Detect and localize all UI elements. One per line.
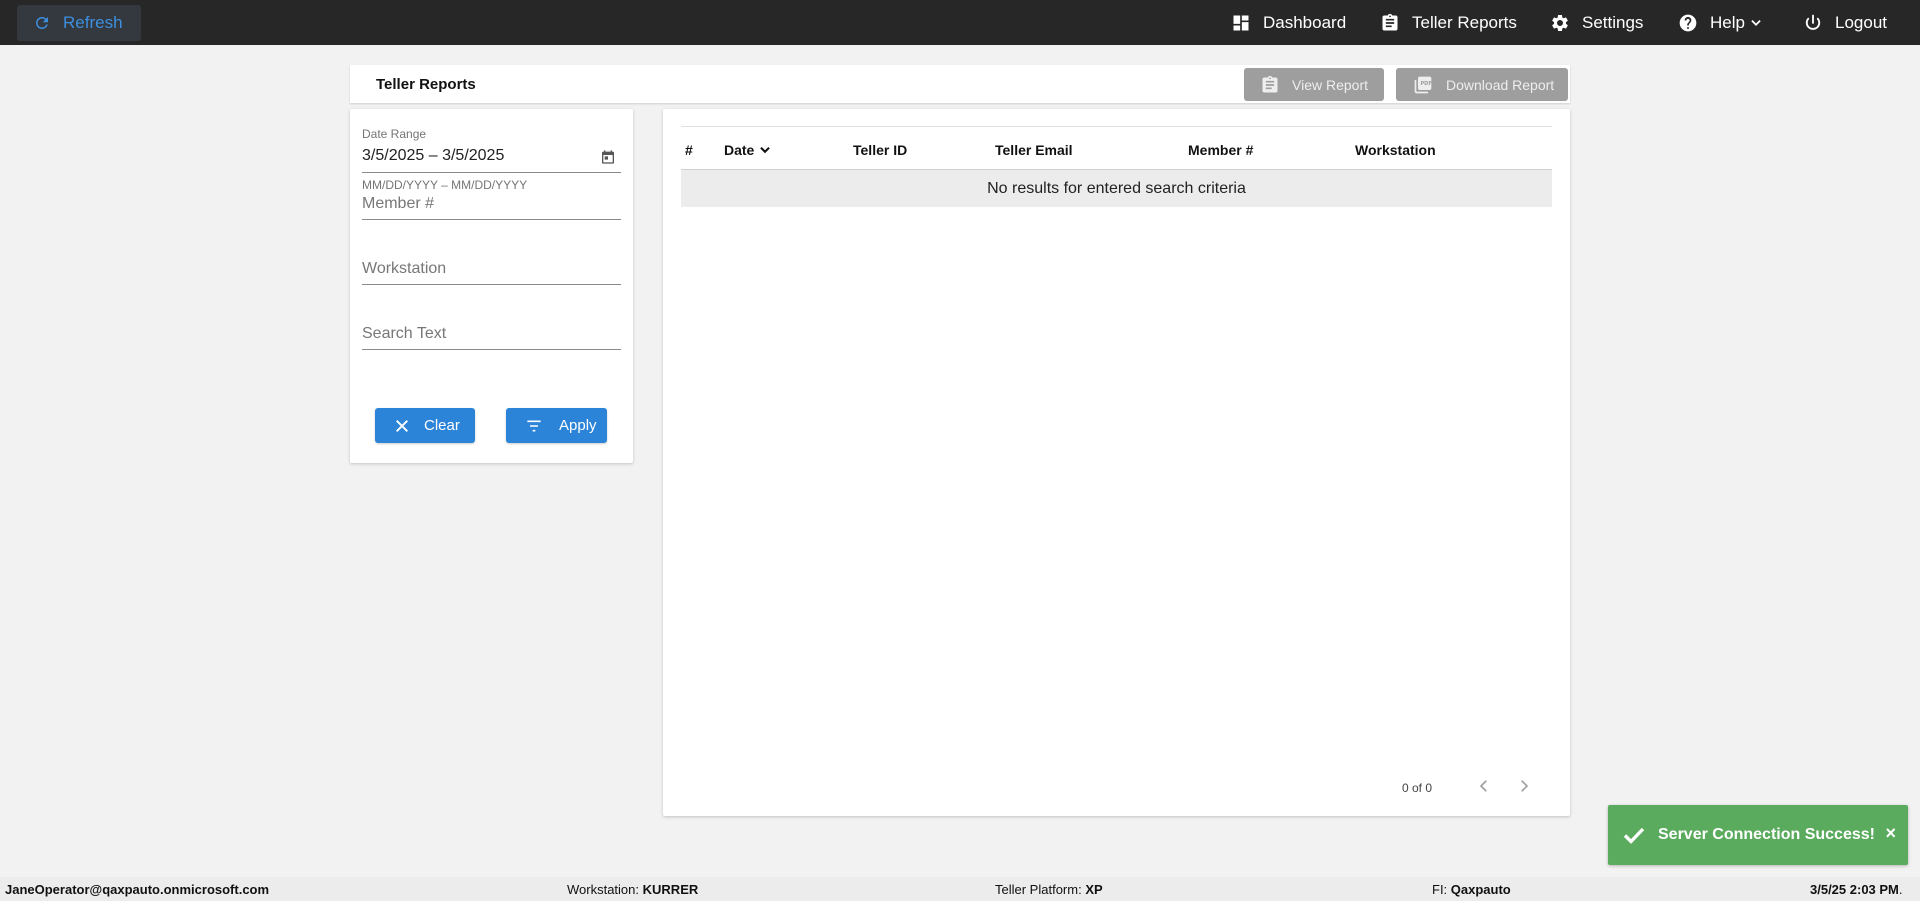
refresh-button[interactable]: Refresh <box>17 5 141 41</box>
toast-close-button[interactable]: × <box>1885 823 1896 844</box>
page-header: Teller Reports View Report PDF Download … <box>350 65 1570 103</box>
status-workstation: Workstation: KURRER <box>567 882 698 897</box>
member-field[interactable] <box>362 186 621 220</box>
status-platform-value: XP <box>1085 882 1103 897</box>
apply-button[interactable]: Apply <box>506 408 607 443</box>
status-fi-value: Qaxpauto <box>1450 882 1511 897</box>
status-datetime-suffix: . <box>1898 882 1903 897</box>
status-workstation-value: KURRER <box>642 882 699 897</box>
filter-panel: Date Range 3/5/2025 – 3/5/2025 MM/DD/YYY… <box>350 109 633 463</box>
column-header-teller-id[interactable]: Teller ID <box>853 142 907 158</box>
check-icon <box>1623 827 1645 844</box>
status-fi: FI: Qaxpauto <box>1432 882 1511 897</box>
close-icon <box>396 419 408 432</box>
clear-label: Clear <box>424 417 460 434</box>
download-report-label: Download Report <box>1446 76 1555 93</box>
status-platform: Teller Platform: XP <box>995 882 1103 897</box>
nav-help-label: Help <box>1710 12 1745 32</box>
page-title: Teller Reports <box>376 76 476 93</box>
help-icon <box>1679 14 1697 31</box>
workstation-field[interactable] <box>362 251 621 285</box>
refresh-icon <box>36 17 48 29</box>
status-user-value: JaneOperator@qaxpauto.onmicrosoft.com <box>5 882 270 897</box>
status-workstation-label: Workstation: <box>567 882 640 897</box>
pagination-range: 0 of 0 <box>1402 781 1433 795</box>
search-text-input[interactable] <box>362 325 621 343</box>
column-header-teller-email[interactable]: Teller Email <box>995 142 1073 158</box>
date-range-underline <box>362 172 621 173</box>
nav-teller-reports[interactable]: Teller Reports <box>1380 0 1517 45</box>
filter-icon <box>527 420 541 431</box>
column-header-date[interactable]: Date <box>724 142 772 158</box>
search-text-field[interactable] <box>362 316 621 350</box>
success-toast: Server Connection Success! × <box>1608 805 1908 865</box>
column-header-member[interactable]: Member # <box>1188 142 1253 158</box>
status-datetime-value: 3/5/25 2:03 PM <box>1810 882 1899 897</box>
status-platform-label: Teller Platform: <box>995 882 1082 897</box>
column-header-number[interactable]: # <box>685 142 693 158</box>
calendar-icon[interactable] <box>600 149 616 165</box>
clipboard-icon <box>1262 75 1278 92</box>
status-bar: JaneOperator@qaxpauto.onmicrosoft.com Wo… <box>0 877 1920 901</box>
view-report-button[interactable]: View Report <box>1244 68 1384 101</box>
nav-settings[interactable]: Settings <box>1550 0 1643 45</box>
power-icon <box>1805 14 1821 30</box>
date-range-label: Date Range <box>362 127 427 141</box>
table-header: # Date Teller ID Teller Email Member # W… <box>681 126 1552 170</box>
pdf-icon: PDF <box>1414 76 1432 93</box>
svg-text:PDF: PDF <box>1421 81 1432 87</box>
clear-button[interactable]: Clear <box>375 408 475 443</box>
status-fi-label: FI: <box>1432 882 1448 897</box>
gear-icon <box>1552 14 1568 31</box>
date-range-input[interactable]: 3/5/2025 – 3/5/2025 <box>362 147 504 165</box>
download-report-button[interactable]: PDF Download Report <box>1396 68 1568 101</box>
toast-message: Server Connection Success! <box>1658 826 1875 843</box>
member-input[interactable] <box>362 195 621 213</box>
chevron-down-icon <box>1751 19 1761 26</box>
dashboard-icon <box>1233 15 1249 30</box>
clipboard-icon <box>1382 13 1398 31</box>
empty-results-message: No results for entered search criteria <box>681 170 1552 207</box>
refresh-label: Refresh <box>63 13 123 32</box>
chevron-right-icon[interactable] <box>1515 777 1533 795</box>
status-datetime: 3/5/25 2:03 PM. <box>1810 882 1903 897</box>
apply-label: Apply <box>559 417 597 434</box>
chevron-down-icon <box>760 146 771 154</box>
nav-teller-reports-label: Teller Reports <box>1412 12 1517 32</box>
top-navigation-bar: Refresh Dashboard Teller Reports Setting… <box>0 0 1920 45</box>
nav-help[interactable]: Help <box>1678 0 1763 45</box>
nav-settings-label: Settings <box>1582 12 1644 32</box>
column-header-workstation[interactable]: Workstation <box>1355 142 1436 158</box>
nav-logout[interactable]: Logout <box>1803 0 1887 45</box>
nav-dashboard[interactable]: Dashboard <box>1231 0 1346 45</box>
column-header-date-label: Date <box>724 142 755 158</box>
chevron-left-icon[interactable] <box>1475 777 1493 795</box>
workstation-input[interactable] <box>362 260 621 278</box>
nav-dashboard-label: Dashboard <box>1263 12 1347 32</box>
nav-logout-label: Logout <box>1835 12 1887 32</box>
results-panel: # Date Teller ID Teller Email Member # W… <box>663 109 1570 816</box>
status-user: JaneOperator@qaxpauto.onmicrosoft.com <box>5 882 269 897</box>
view-report-label: View Report <box>1292 76 1369 93</box>
